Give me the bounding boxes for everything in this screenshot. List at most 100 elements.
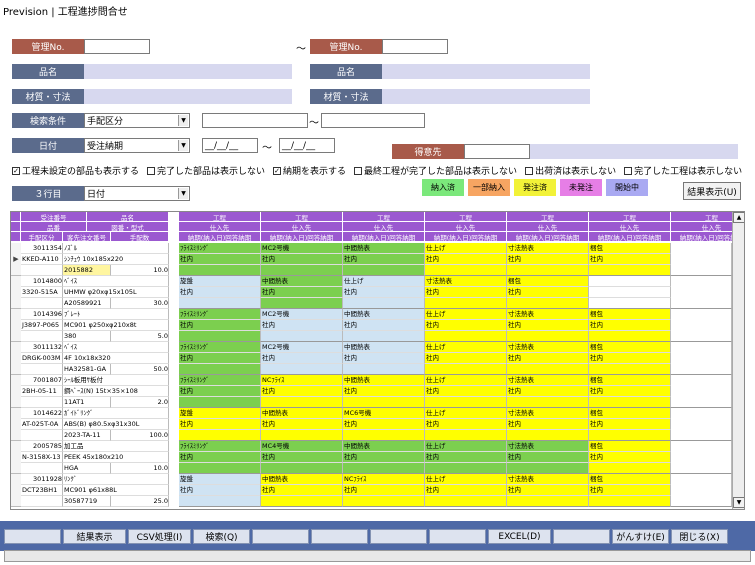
process-due-date[interactable] xyxy=(425,298,507,309)
process-due-date[interactable] xyxy=(261,298,343,309)
process-supplier[interactable]: 社内 xyxy=(589,386,671,397)
checkbox-icon[interactable] xyxy=(354,166,363,175)
process-name[interactable]: 仕上げ xyxy=(343,276,425,287)
footer-button-11[interactable]: 閉じる(X) xyxy=(671,529,728,544)
process-supplier[interactable]: 社内 xyxy=(589,320,671,331)
process-due-date[interactable] xyxy=(261,463,343,474)
process-name[interactable]: NCﾌﾗｲｽ xyxy=(261,375,343,386)
row-selector[interactable] xyxy=(11,342,21,375)
process-due-date[interactable] xyxy=(589,298,671,309)
footer-button-1[interactable]: 結果表示 xyxy=(63,529,126,544)
process-due-date[interactable] xyxy=(261,265,343,276)
process-due-date[interactable] xyxy=(425,397,507,408)
process-supplier[interactable]: 社内 xyxy=(589,254,671,265)
vertical-scrollbar[interactable] xyxy=(732,212,744,509)
process-due-date[interactable] xyxy=(425,265,507,276)
process-supplier[interactable]: 社内 xyxy=(179,485,261,496)
process-name[interactable]: 中間熱表 xyxy=(343,441,425,452)
process-name[interactable]: 仕上げ xyxy=(425,441,507,452)
process-name[interactable]: 梱包 xyxy=(589,309,671,320)
footer-empty-button[interactable] xyxy=(252,529,309,544)
process-name[interactable]: ﾌﾗｲｽﾐﾘﾝｸﾞ xyxy=(179,309,261,320)
process-name[interactable]: 寸法熱表 xyxy=(507,441,589,452)
process-due-date[interactable] xyxy=(343,496,425,507)
process-supplier[interactable]: 社内 xyxy=(179,386,261,397)
process-supplier[interactable]: 社内 xyxy=(425,485,507,496)
process-due-date[interactable] xyxy=(343,397,425,408)
process-name[interactable]: 仕上げ xyxy=(425,243,507,254)
footer-button-2[interactable]: CSV処理(I) xyxy=(128,529,191,544)
process-supplier[interactable]: 社内 xyxy=(343,320,425,331)
process-supplier[interactable]: 社内 xyxy=(343,254,425,265)
process-name[interactable]: 中間熱表 xyxy=(343,375,425,386)
hinmei-from-field[interactable] xyxy=(84,64,292,79)
process-name[interactable]: 仕上げ xyxy=(425,408,507,419)
row-selector[interactable] xyxy=(11,375,21,408)
process-due-date[interactable] xyxy=(261,496,343,507)
process-name[interactable]: MC6号機 xyxy=(343,408,425,419)
process-due-date[interactable] xyxy=(507,331,589,342)
process-name[interactable]: ﾌﾗｲｽﾐﾘﾝｸﾞ xyxy=(179,441,261,452)
process-due-date[interactable] xyxy=(425,430,507,441)
process-name[interactable]: 寸法熱表 xyxy=(507,375,589,386)
process-name[interactable]: 梱包 xyxy=(507,276,589,287)
process-name[interactable]: 中間熱表 xyxy=(343,243,425,254)
process-name[interactable]: 仕上げ xyxy=(425,474,507,485)
process-supplier[interactable]: 社内 xyxy=(589,452,671,463)
process-name[interactable]: 寸法熱表 xyxy=(425,276,507,287)
filter-checkbox[interactable]: ✓ 納期を表示する xyxy=(273,164,346,177)
process-due-date[interactable] xyxy=(425,496,507,507)
process-supplier[interactable]: 社内 xyxy=(425,452,507,463)
kensaku-select[interactable]: 手配区分 ▼ xyxy=(84,113,190,128)
process-due-date[interactable] xyxy=(261,331,343,342)
kensaku-to-input[interactable] xyxy=(321,113,425,128)
process-supplier[interactable]: 社内 xyxy=(261,452,343,463)
process-supplier[interactable]: 社内 xyxy=(261,320,343,331)
process-due-date[interactable] xyxy=(589,397,671,408)
date-from-input[interactable]: __/__/__ xyxy=(202,138,258,153)
process-name[interactable]: 梱包 xyxy=(589,441,671,452)
process-due-date[interactable] xyxy=(589,463,671,474)
row-selector[interactable] xyxy=(11,408,21,441)
process-supplier[interactable]: 社内 xyxy=(261,386,343,397)
row-selector[interactable] xyxy=(11,309,21,342)
row-selector[interactable] xyxy=(11,276,21,309)
footer-empty-button[interactable] xyxy=(370,529,427,544)
filter-checkbox[interactable]: 完了した部品は表示しない xyxy=(147,164,265,177)
row-selector[interactable] xyxy=(11,474,21,507)
hizuke-select[interactable]: 受注納期 ▼ xyxy=(84,138,190,153)
process-supplier[interactable]: 社内 xyxy=(261,353,343,364)
process-supplier[interactable]: 社内 xyxy=(425,254,507,265)
process-supplier[interactable]: 社内 xyxy=(507,287,589,298)
process-supplier[interactable]: 社内 xyxy=(425,287,507,298)
process-supplier[interactable]: 社内 xyxy=(179,287,261,298)
process-supplier[interactable]: 社内 xyxy=(589,485,671,496)
process-due-date[interactable] xyxy=(179,298,261,309)
process-name[interactable]: MC2号機 xyxy=(261,243,343,254)
process-due-date[interactable] xyxy=(179,463,261,474)
process-name[interactable]: 寸法熱表 xyxy=(507,408,589,419)
process-due-date[interactable] xyxy=(507,496,589,507)
process-name[interactable]: 旋盤 xyxy=(179,408,261,419)
row-selector[interactable]: ▶ xyxy=(11,243,21,276)
process-due-date[interactable] xyxy=(507,463,589,474)
process-due-date[interactable] xyxy=(261,364,343,375)
process-due-date[interactable] xyxy=(589,265,671,276)
kanri-no-to-input[interactable] xyxy=(382,39,448,54)
process-due-date[interactable] xyxy=(179,331,261,342)
process-due-date[interactable] xyxy=(261,430,343,441)
process-name[interactable]: 中間熱表 xyxy=(343,309,425,320)
process-name[interactable]: 仕上げ xyxy=(425,375,507,386)
date-to-input[interactable]: __/__/__ xyxy=(279,138,335,153)
process-due-date[interactable] xyxy=(507,265,589,276)
process-supplier[interactable]: 社内 xyxy=(179,353,261,364)
process-due-date[interactable] xyxy=(179,364,261,375)
process-supplier[interactable]: 社内 xyxy=(589,353,671,364)
scroll-up-icon[interactable]: ▲ xyxy=(733,212,744,223)
process-name[interactable]: MC2号機 xyxy=(261,342,343,353)
process-name[interactable]: 旋盤 xyxy=(179,474,261,485)
process-name[interactable]: 梱包 xyxy=(589,474,671,485)
process-supplier[interactable]: 社内 xyxy=(179,419,261,430)
checkbox-icon[interactable] xyxy=(525,166,534,175)
process-supplier[interactable]: 社内 xyxy=(507,386,589,397)
